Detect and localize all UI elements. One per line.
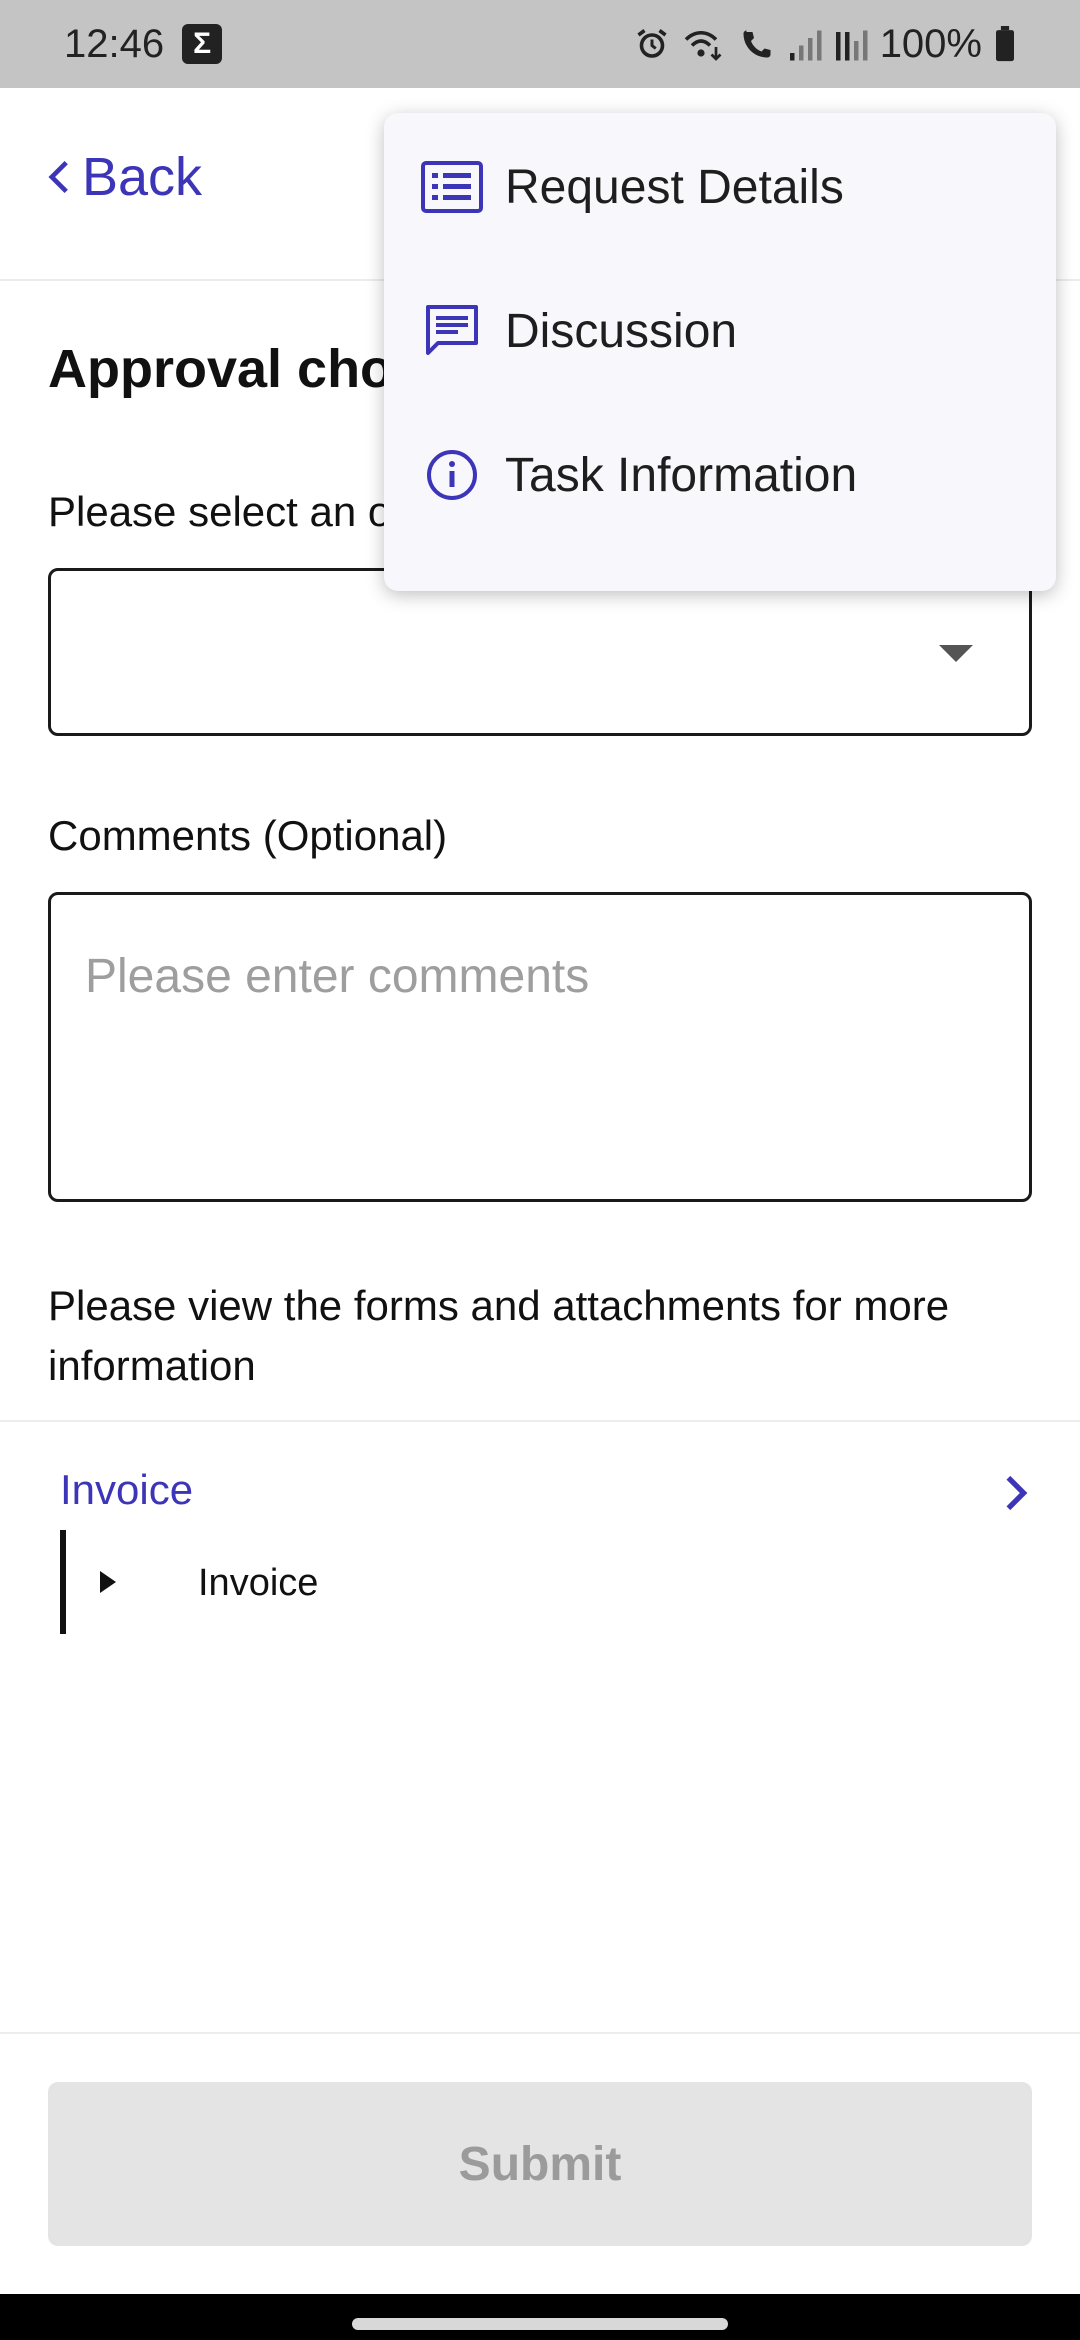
- wifi-calling-icon: [684, 30, 722, 61]
- chevron-left-icon: [48, 160, 68, 194]
- back-label: Back: [82, 147, 203, 207]
- comments-input[interactable]: Please enter comments: [48, 892, 1032, 1202]
- attachment-item[interactable]: Invoice: [198, 1562, 318, 1605]
- menu-item-label: Request Details: [505, 160, 844, 214]
- invoice-section-link[interactable]: Invoice: [60, 1466, 193, 1514]
- status-bar: 12:46 Σ 100%: [0, 0, 1080, 88]
- volte-call-icon: [743, 30, 771, 58]
- tree-rail: [60, 1530, 66, 1634]
- menu-item-task-information[interactable]: Task Information: [384, 403, 1056, 547]
- section-divider: [0, 1420, 1080, 1422]
- home-gesture-handle[interactable]: [352, 2318, 728, 2330]
- chevron-right-icon[interactable]: [1004, 1474, 1028, 1512]
- menu-item-discussion[interactable]: Discussion: [384, 259, 1056, 403]
- page-title: Approval choi: [48, 339, 409, 399]
- navigation-bar: [0, 2294, 1080, 2340]
- chat-icon: [420, 301, 484, 361]
- select-label: Please select an o: [48, 488, 392, 535]
- dropdown-caret-icon: [939, 645, 973, 662]
- back-button[interactable]: Back: [48, 146, 202, 208]
- menu-item-label: Task Information: [505, 448, 858, 502]
- submit-button[interactable]: Submit: [48, 2082, 1032, 2246]
- info-text: Please view the forms and attachments fo…: [48, 1282, 950, 1389]
- comments-label: Comments (Optional): [48, 812, 448, 859]
- approval-option-select[interactable]: [48, 568, 1032, 736]
- menu-item-label: Discussion: [505, 304, 738, 358]
- battery-percent: 100%: [879, 21, 982, 66]
- footer-divider: [0, 2032, 1080, 2034]
- signal-icon: [789, 30, 822, 61]
- list-icon: [420, 157, 484, 217]
- battery-icon: [996, 26, 1014, 62]
- menu-item-request-details[interactable]: Request Details: [384, 115, 1056, 259]
- signal-2-icon: [835, 30, 868, 61]
- info-icon: [420, 445, 484, 505]
- sigma-app-icon: Σ: [182, 24, 223, 64]
- expand-arrow-icon[interactable]: [100, 1571, 116, 1593]
- alarm-icon: [637, 29, 667, 58]
- status-time: 12:46: [64, 21, 165, 66]
- overflow-menu: Request Details Discussion Task Informat…: [384, 113, 1056, 591]
